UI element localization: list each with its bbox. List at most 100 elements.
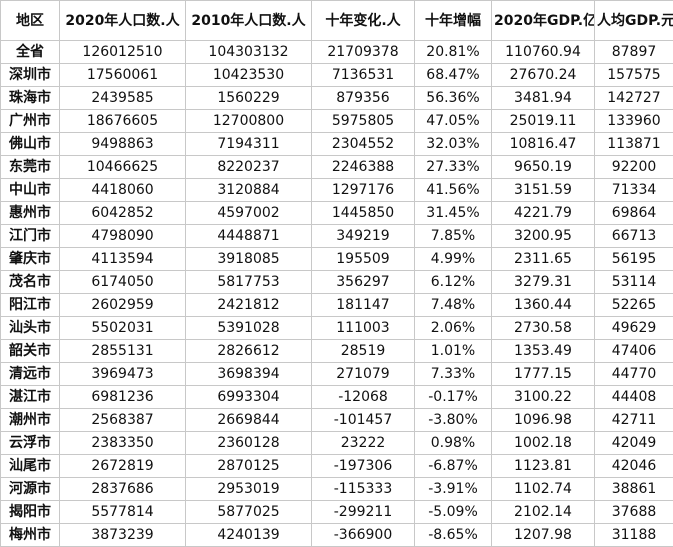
cell-pop-2020: 2837686 [59,477,186,501]
cell-pop-2020: 17560061 [59,63,186,87]
cell-ten-year-growth: 2.06% [414,316,492,340]
cell-pop-2010: 5877025 [185,500,312,524]
cell-ten-year-change: 5975805 [311,109,415,133]
cell-region: 东莞市 [0,155,60,179]
cell-ten-year-change: 7136531 [311,63,415,87]
table-row: 惠州市 6042852 4597002 1445850 31.45% 4221.79 698… [0,201,673,225]
cell-ten-year-change: -12068 [311,385,415,409]
table-row: 东莞市 10466625 8220237 2246388 27.33% 9650.19 92… [0,155,673,179]
cell-pop-2020: 4798090 [59,224,186,248]
cell-region: 佛山市 [0,132,60,156]
cell-ten-year-growth: 7.85% [414,224,492,248]
cell-pop-2010: 7194311 [185,132,312,156]
cell-pop-2020: 2672819 [59,454,186,478]
cell-pop-2020: 126012510 [59,40,186,64]
cell-pop-2020: 6981236 [59,385,186,409]
cell-ten-year-growth: 0.98% [414,431,492,455]
table-row: 河源市 2837686 2953019 -115333 -3.91% 1102.74 388… [0,477,673,501]
cell-pop-2010: 4240139 [185,523,312,547]
table-row: 梅州市 3873239 4240139 -366900 -8.65% 1207.98 311… [0,523,673,547]
header-row: 地区 2020年人口数.人 2010年人口数.人 十年变化.人 十年增幅 202… [0,0,673,41]
cell-ten-year-growth: 41.56% [414,178,492,202]
cell-ten-year-growth: 1.01% [414,339,492,363]
cell-ten-year-growth: 56.36% [414,86,492,110]
cell-gdp-per-capita: 38861 [594,477,673,501]
cell-gdp-per-capita: 71334 [594,178,673,202]
cell-pop-2010: 2870125 [185,454,312,478]
cell-ten-year-change: 2304552 [311,132,415,156]
cell-gdp-per-capita: 53114 [594,270,673,294]
cell-ten-year-growth: 32.03% [414,132,492,156]
table-row: 韶关市 2855131 2826612 28519 1.01% 1353.49 47406 [0,339,673,363]
cell-region: 肇庆市 [0,247,60,271]
cell-ten-year-growth: 68.47% [414,63,492,87]
cell-ten-year-change: -299211 [311,500,415,524]
table-row: 云浮市 2383350 2360128 23222 0.98% 1002.18 42049 [0,431,673,455]
cell-gdp-per-capita: 66713 [594,224,673,248]
cell-ten-year-change: 349219 [311,224,415,248]
cell-gdp-per-capita: 44408 [594,385,673,409]
cell-pop-2020: 3873239 [59,523,186,547]
cell-gdp-per-capita: 42046 [594,454,673,478]
cell-pop-2010: 5817753 [185,270,312,294]
cell-ten-year-growth: -3.80% [414,408,492,432]
cell-gdp-per-capita: 52265 [594,293,673,317]
cell-ten-year-change: 356297 [311,270,415,294]
cell-gdp-per-capita: 92200 [594,155,673,179]
table-row: 江门市 4798090 4448871 349219 7.85% 3200.95 66713 [0,224,673,248]
cell-pop-2020: 18676605 [59,109,186,133]
cell-ten-year-growth: 7.33% [414,362,492,386]
cell-region: 汕尾市 [0,454,60,478]
table-row: 广州市 18676605 12700800 5975805 47.05% 25019.11… [0,109,673,133]
cell-region: 江门市 [0,224,60,248]
cell-gdp-2020: 3151.59 [491,178,595,202]
cell-ten-year-growth: 20.81% [414,40,492,64]
cell-ten-year-change: 111003 [311,316,415,340]
cell-gdp-2020: 2311.65 [491,247,595,271]
cell-ten-year-growth: 47.05% [414,109,492,133]
cell-gdp-2020: 1353.49 [491,339,595,363]
cell-pop-2020: 2602959 [59,293,186,317]
cell-pop-2010: 10423530 [185,63,312,87]
cell-ten-year-change: -101457 [311,408,415,432]
cell-gdp-2020: 4221.79 [491,201,595,225]
cell-pop-2020: 9498863 [59,132,186,156]
cell-pop-2010: 3120884 [185,178,312,202]
cell-pop-2020: 5577814 [59,500,186,524]
cell-region: 中山市 [0,178,60,202]
table-row: 中山市 4418060 3120884 1297176 41.56% 3151.59 713… [0,178,673,202]
cell-gdp-2020: 1102.74 [491,477,595,501]
cell-pop-2010: 2421812 [185,293,312,317]
cell-pop-2010: 3918085 [185,247,312,271]
cell-ten-year-growth: 7.48% [414,293,492,317]
cell-region: 清远市 [0,362,60,386]
cell-pop-2020: 5502031 [59,316,186,340]
cell-gdp-per-capita: 42049 [594,431,673,455]
cell-gdp-2020: 1002.18 [491,431,595,455]
cell-gdp-2020: 1096.98 [491,408,595,432]
table-row: 深圳市 17560061 10423530 7136531 68.47% 27670.24… [0,63,673,87]
cell-region: 韶关市 [0,339,60,363]
cell-region: 深圳市 [0,63,60,87]
cell-region: 全省 [0,40,60,64]
cell-pop-2020: 4418060 [59,178,186,202]
cell-pop-2010: 4448871 [185,224,312,248]
header-pop-2020: 2020年人口数.人 [59,0,186,41]
header-pop-2010: 2010年人口数.人 [185,0,312,41]
cell-ten-year-growth: 4.99% [414,247,492,271]
table-row: 阳江市 2602959 2421812 181147 7.48% 1360.44 52265 [0,293,673,317]
cell-pop-2020: 6042852 [59,201,186,225]
cell-ten-year-change: 195509 [311,247,415,271]
cell-gdp-per-capita: 44770 [594,362,673,386]
cell-region: 湛江市 [0,385,60,409]
table-row: 揭阳市 5577814 5877025 -299211 -5.09% 2102.14 376… [0,500,673,524]
population-gdp-table: 地区 2020年人口数.人 2010年人口数.人 十年变化.人 十年增幅 202… [0,0,673,547]
cell-ten-year-growth: -3.91% [414,477,492,501]
table-row: 汕头市 5502031 5391028 111003 2.06% 2730.58 49629 [0,316,673,340]
cell-gdp-per-capita: 87897 [594,40,673,64]
cell-gdp-per-capita: 49629 [594,316,673,340]
header-gdp-2020: 2020年GDP.亿 [491,0,595,41]
cell-pop-2010: 12700800 [185,109,312,133]
cell-gdp-2020: 10816.47 [491,132,595,156]
cell-region: 潮州市 [0,408,60,432]
